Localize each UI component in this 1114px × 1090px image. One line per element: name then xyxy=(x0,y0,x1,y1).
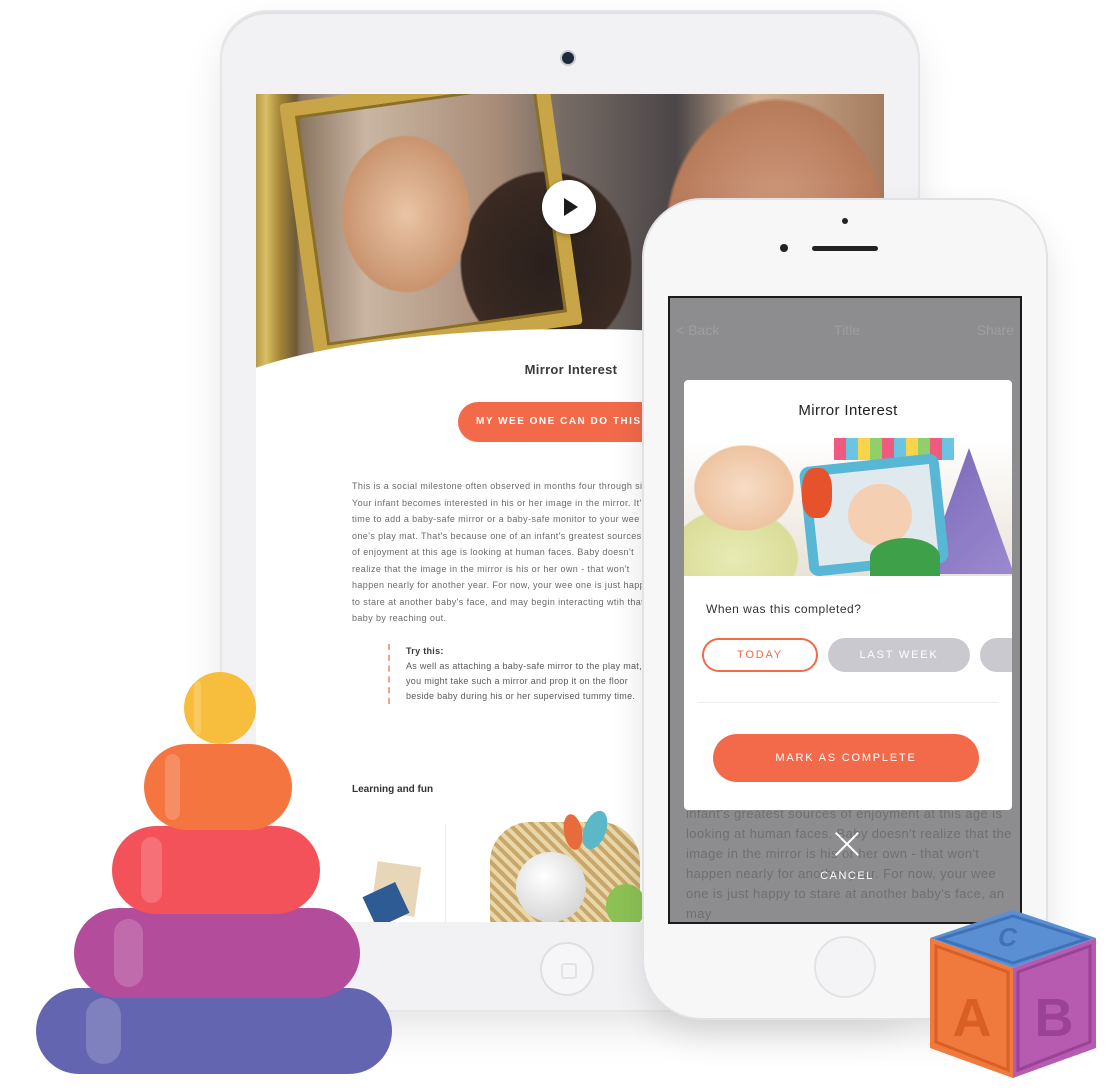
phone-speaker xyxy=(812,246,878,251)
try-this-heading: Try this: xyxy=(406,646,444,656)
phone-sensor xyxy=(842,218,848,224)
baby-mirror-photo xyxy=(684,438,1012,576)
background-article-text: infant's greatest sources of enjoyment a… xyxy=(686,806,1012,921)
phone-screen: < Back Title Share infant's greatest sou… xyxy=(668,296,1022,924)
share-button[interactable]: Share xyxy=(977,322,1014,338)
stacking-ring-magenta xyxy=(74,908,360,998)
phone-device: < Back Title Share infant's greatest sou… xyxy=(644,200,1046,1018)
divider xyxy=(698,702,998,703)
block-letter-a: A xyxy=(953,988,992,1048)
article-body: This is a social milestone often observe… xyxy=(352,481,651,623)
block-letter-b: B xyxy=(1035,988,1074,1048)
stacking-ring-orange xyxy=(144,744,292,830)
try-this-text: As well as attaching a baby-safe mirror … xyxy=(406,661,642,701)
completion-modal: Mirror Interest When was this completed?… xyxy=(684,380,1012,810)
phone-camera xyxy=(780,244,788,252)
stacking-ring-red xyxy=(112,826,320,914)
toy-dragon-image xyxy=(802,468,832,518)
play-icon[interactable] xyxy=(542,180,596,234)
stacking-ring-top-ball xyxy=(184,672,256,744)
modal-title: Mirror Interest xyxy=(798,402,898,419)
abc-block-icon: C A B xyxy=(928,908,1098,1080)
nav-bar: < Back Title Share xyxy=(670,316,1020,346)
completion-question: When was this completed? xyxy=(706,602,862,616)
nav-title: Title xyxy=(834,322,860,338)
tablet-home-button[interactable] xyxy=(540,942,594,996)
learning-section-heading: Learning and fun xyxy=(352,784,434,795)
option-more[interactable] xyxy=(980,638,1012,672)
product-card-mirror-toy[interactable] xyxy=(446,804,666,922)
close-icon[interactable] xyxy=(833,830,861,858)
baby-reflection-image xyxy=(848,484,912,546)
tablet-camera xyxy=(562,52,574,64)
toy-plush-image xyxy=(870,538,940,576)
toy-mirror-image xyxy=(516,852,586,922)
option-today[interactable]: TODAY xyxy=(702,638,818,672)
cancel-button[interactable]: CANCEL xyxy=(670,870,1020,882)
phone-home-button[interactable] xyxy=(814,936,876,998)
try-this-callout: Try this: As well as attaching a baby-sa… xyxy=(388,644,648,704)
option-last-week[interactable]: LAST WEEK xyxy=(828,638,970,672)
toy-bird-image xyxy=(606,884,646,922)
mirror-frame-image xyxy=(279,94,583,362)
stacking-ring-purple-blue xyxy=(36,988,392,1074)
mark-complete-button[interactable]: MARK AS COMPLETE xyxy=(713,734,979,782)
